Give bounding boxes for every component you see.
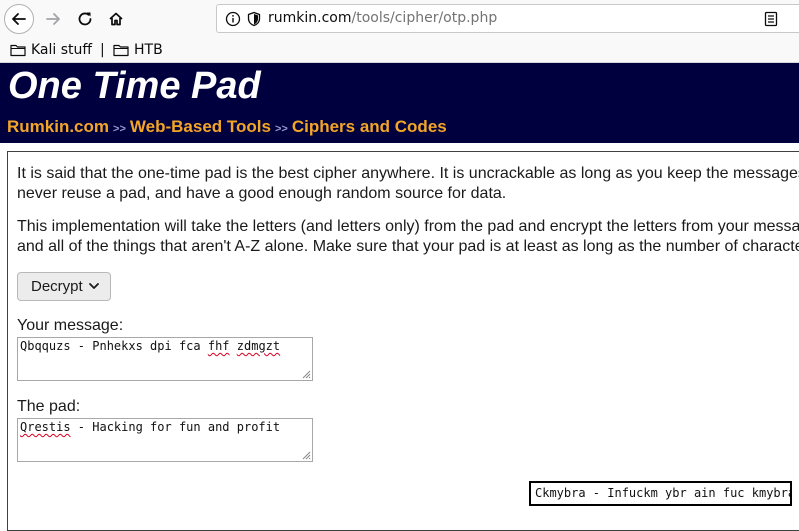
- breadcrumb-separator: >>: [113, 123, 126, 135]
- back-button[interactable]: [4, 4, 34, 34]
- breadcrumb: Rumkin.com >> Web-Based Tools >> Ciphers and…: [7, 117, 447, 137]
- arrow-left-icon: [12, 13, 26, 25]
- browser-toolbar: rumkin.com/tools/cipher/otp.php: [0, 0, 799, 38]
- url-host: rumkin.com: [268, 10, 352, 26]
- implementation-line-1: This implementation will take the letter…: [17, 218, 799, 235]
- intro-line-1: It is said that the one-time pad is the …: [17, 165, 799, 182]
- pad-label: The pad:: [17, 398, 81, 415]
- forward-button[interactable]: [38, 4, 68, 34]
- home-button[interactable]: [101, 4, 131, 34]
- breadcrumb-ciphers-and-codes[interactable]: Ciphers and Codes: [292, 117, 447, 136]
- implementation-paragraph: This implementation will take the letter…: [17, 217, 799, 257]
- chevron-down-icon: [88, 283, 99, 289]
- breadcrumb-separator: >>: [274, 123, 288, 135]
- breadcrumb-web-based-tools[interactable]: Web-Based Tools: [130, 117, 271, 136]
- message-label: Your message:: [17, 317, 124, 334]
- bookmark-kali-stuff[interactable]: Kali stuff: [10, 40, 92, 60]
- folder-icon: [113, 44, 129, 57]
- result-output: Ckmybra - Infuckm ybr ain fuc kmybra: [529, 481, 792, 506]
- reader-view-icon[interactable]: [763, 11, 779, 31]
- site-header: One Time Pad Rumkin.com >> Web-Based Tools…: [0, 63, 799, 143]
- mode-select-value: Decrypt: [31, 278, 83, 295]
- bookmarks-bar: Kali stuff | HTB: [0, 38, 799, 63]
- bookmark-label: HTB: [134, 42, 163, 58]
- bookmark-htb[interactable]: HTB: [113, 40, 163, 60]
- info-icon[interactable]: [225, 11, 241, 31]
- pad-text: - Hacking for fun and profit: [70, 420, 281, 434]
- reload-button[interactable]: [70, 4, 100, 34]
- page-title: One Time Pad: [8, 65, 261, 107]
- message-misspelled-word: zdmgzt: [236, 339, 281, 353]
- pad-textarea[interactable]: Qrestis - Hacking for fun and profit: [17, 418, 313, 462]
- implementation-line-2: and all of the things that aren't A-Z al…: [17, 238, 799, 255]
- resize-handle-icon[interactable]: [301, 369, 311, 379]
- intro-paragraph: It is said that the one-time pad is the …: [17, 164, 799, 204]
- content-panel: It is said that the one-time pad is the …: [7, 151, 799, 531]
- message-misspelled-word: fhf: [207, 339, 230, 353]
- intro-line-2: never reuse a pad, and have a good enoug…: [17, 185, 507, 202]
- home-icon: [109, 12, 123, 26]
- message-space: [230, 339, 237, 353]
- url-path: /tools/cipher/otp.php: [351, 10, 498, 26]
- folder-icon: [10, 44, 26, 57]
- bookmark-separator: |: [100, 42, 105, 58]
- pad-misspelled-word: Qrestis: [20, 420, 71, 434]
- message-textarea[interactable]: Qbqquzs - Pnhekxs dpi fca fhf zdmgzt: [17, 337, 313, 381]
- arrow-right-icon: [46, 13, 60, 25]
- address-bar[interactable]: rumkin.com/tools/cipher/otp.php: [216, 4, 799, 33]
- breadcrumb-rumkin[interactable]: Rumkin.com: [7, 117, 109, 136]
- mode-select[interactable]: Decrypt: [17, 272, 111, 301]
- resize-handle-icon[interactable]: [301, 450, 311, 460]
- message-text: Qbqquzs - Pnhekxs dpi fca: [20, 339, 208, 353]
- reload-icon: [78, 12, 92, 26]
- url-text[interactable]: rumkin.com/tools/cipher/otp.php: [268, 10, 497, 26]
- tracking-shield-icon[interactable]: [246, 11, 262, 31]
- bookmark-label: Kali stuff: [31, 42, 93, 58]
